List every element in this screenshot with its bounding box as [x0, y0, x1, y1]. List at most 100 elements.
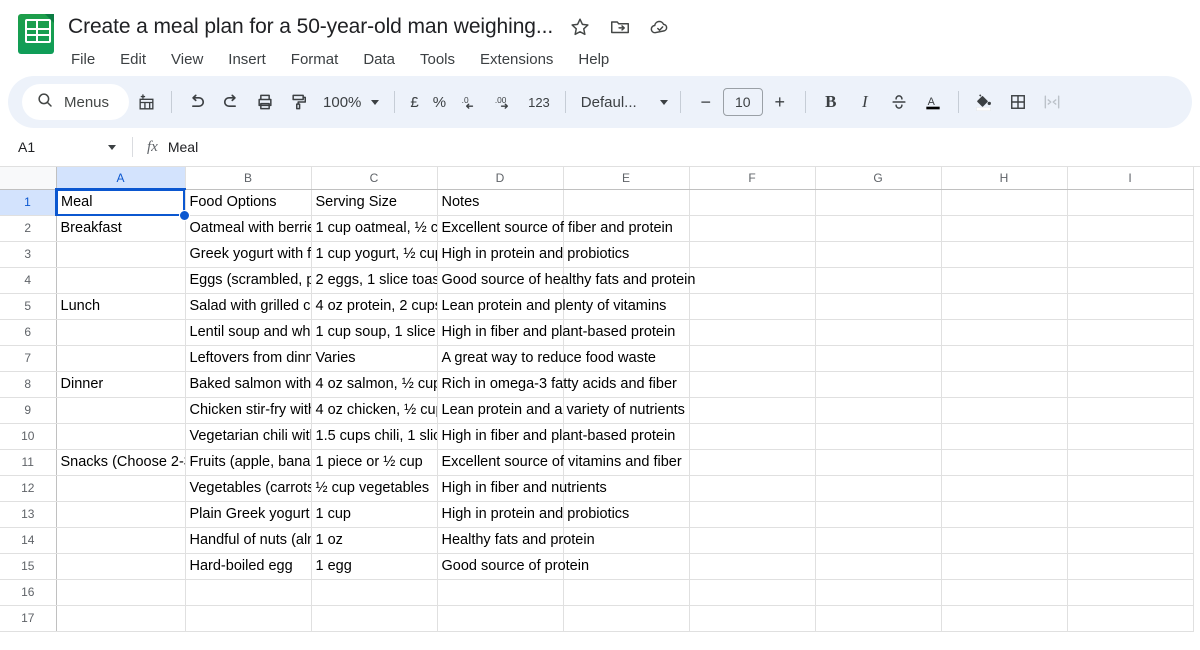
cell-F10[interactable] — [689, 423, 815, 449]
cell-I4[interactable] — [1067, 267, 1193, 293]
cell-H14[interactable] — [941, 527, 1067, 553]
cell-F14[interactable] — [689, 527, 815, 553]
cell-D16[interactable] — [437, 579, 563, 605]
row-header-11[interactable]: 11 — [0, 449, 56, 475]
cell-B8[interactable]: Baked salmon with roasted vegetables — [185, 371, 311, 397]
cell-F9[interactable] — [689, 397, 815, 423]
font-chevron-down-icon[interactable] — [660, 100, 668, 105]
row-header-9[interactable]: 9 — [0, 397, 56, 423]
cell-F13[interactable] — [689, 501, 815, 527]
row-header-17[interactable]: 17 — [0, 605, 56, 631]
row-header-10[interactable]: 10 — [0, 423, 56, 449]
cell-G1[interactable] — [815, 189, 941, 215]
column-header-d[interactable]: D — [437, 167, 563, 189]
cell-I16[interactable] — [1067, 579, 1193, 605]
cell-B9[interactable]: Chicken stir-fry with brown rice — [185, 397, 311, 423]
select-all-corner[interactable] — [0, 167, 56, 189]
cell-I13[interactable] — [1067, 501, 1193, 527]
print-icon[interactable] — [248, 85, 282, 119]
row-header-8[interactable]: 8 — [0, 371, 56, 397]
cell-I9[interactable] — [1067, 397, 1193, 423]
cell-A7[interactable] — [56, 345, 185, 371]
column-header-e[interactable]: E — [563, 167, 689, 189]
cell-E17[interactable] — [563, 605, 689, 631]
cell-H9[interactable] — [941, 397, 1067, 423]
menu-edit[interactable]: Edit — [117, 49, 149, 70]
number-format-button[interactable]: 123 — [521, 85, 557, 119]
cloud-saved-icon[interactable] — [649, 16, 671, 38]
cell-G10[interactable] — [815, 423, 941, 449]
cell-C2[interactable]: 1 cup oatmeal, ½ cup berries — [311, 215, 437, 241]
cell-D10[interactable]: High in fiber and plant-based protein — [437, 423, 563, 449]
formula-input[interactable]: Meal — [168, 139, 198, 155]
column-header-b[interactable]: B — [185, 167, 311, 189]
cell-C8[interactable]: 4 oz salmon, ½ cup veg — [311, 371, 437, 397]
cell-A8[interactable]: Dinner — [56, 371, 185, 397]
cell-H1[interactable] — [941, 189, 1067, 215]
paint-format-icon[interactable] — [282, 85, 316, 119]
cell-H8[interactable] — [941, 371, 1067, 397]
italic-button[interactable]: I — [848, 85, 882, 119]
name-box-chevron-down-icon[interactable] — [108, 145, 116, 150]
cell-G14[interactable] — [815, 527, 941, 553]
cell-F4[interactable] — [689, 267, 815, 293]
cell-H7[interactable] — [941, 345, 1067, 371]
cell-H2[interactable] — [941, 215, 1067, 241]
cell-F16[interactable] — [689, 579, 815, 605]
cell-H12[interactable] — [941, 475, 1067, 501]
cell-D9[interactable]: Lean protein and a variety of nutrients — [437, 397, 563, 423]
cell-I14[interactable] — [1067, 527, 1193, 553]
cell-G2[interactable] — [815, 215, 941, 241]
cell-G7[interactable] — [815, 345, 941, 371]
menu-data[interactable]: Data — [360, 49, 398, 70]
cell-D2[interactable]: Excellent source of fiber and protein — [437, 215, 563, 241]
fill-color-icon[interactable] — [967, 85, 1001, 119]
google-sheets-logo[interactable] — [18, 14, 54, 54]
cell-A16[interactable] — [56, 579, 185, 605]
cell-B12[interactable]: Vegetables (carrots, celery, peppers) — [185, 475, 311, 501]
cell-A14[interactable] — [56, 527, 185, 553]
cell-D3[interactable]: High in protein and probiotics — [437, 241, 563, 267]
cell-A6[interactable] — [56, 319, 185, 345]
cell-A5[interactable]: Lunch — [56, 293, 185, 319]
cell-I2[interactable] — [1067, 215, 1193, 241]
cell-B6[interactable]: Lentil soup and whole-grain bread — [185, 319, 311, 345]
cell-I8[interactable] — [1067, 371, 1193, 397]
column-header-f[interactable]: F — [689, 167, 815, 189]
row-header-2[interactable]: 2 — [0, 215, 56, 241]
cell-H3[interactable] — [941, 241, 1067, 267]
cell-I15[interactable] — [1067, 553, 1193, 579]
undo-icon[interactable] — [180, 85, 214, 119]
cell-I1[interactable] — [1067, 189, 1193, 215]
cell-F15[interactable] — [689, 553, 815, 579]
row-header-1[interactable]: 1 — [0, 189, 56, 215]
cell-C1[interactable]: Serving Size — [311, 189, 437, 215]
cell-A10[interactable] — [56, 423, 185, 449]
cell-I3[interactable] — [1067, 241, 1193, 267]
cell-C4[interactable]: 2 eggs, 1 slice toast — [311, 267, 437, 293]
cell-D11[interactable]: Excellent source of vitamins and fiber — [437, 449, 563, 475]
menu-format[interactable]: Format — [288, 49, 342, 70]
cell-C9[interactable]: 4 oz chicken, ½ cup rice — [311, 397, 437, 423]
spreadsheet-grid[interactable]: A B C D E F G H I 1MealFood OptionsServi… — [0, 166, 1200, 643]
star-icon[interactable] — [569, 16, 591, 38]
cell-I7[interactable] — [1067, 345, 1193, 371]
cell-B4[interactable]: Eggs (scrambled, poached, or boiled) — [185, 267, 311, 293]
cell-A11[interactable]: Snacks (Choose 2-3) — [56, 449, 185, 475]
cell-B2[interactable]: Oatmeal with berries and nuts — [185, 215, 311, 241]
cell-H13[interactable] — [941, 501, 1067, 527]
menu-help[interactable]: Help — [575, 49, 612, 70]
row-header-6[interactable]: 6 — [0, 319, 56, 345]
cell-D15[interactable]: Good source of protein — [437, 553, 563, 579]
cell-H10[interactable] — [941, 423, 1067, 449]
cell-C12[interactable]: ½ cup vegetables — [311, 475, 437, 501]
cell-D14[interactable]: Healthy fats and protein — [437, 527, 563, 553]
cell-D8[interactable]: Rich in omega-3 fatty acids and fiber — [437, 371, 563, 397]
cell-C14[interactable]: 1 oz — [311, 527, 437, 553]
cell-B7[interactable]: Leftovers from dinner — [185, 345, 311, 371]
cell-F3[interactable] — [689, 241, 815, 267]
row-header-5[interactable]: 5 — [0, 293, 56, 319]
cell-A12[interactable] — [56, 475, 185, 501]
cell-A13[interactable] — [56, 501, 185, 527]
borders-icon[interactable] — [1001, 85, 1035, 119]
